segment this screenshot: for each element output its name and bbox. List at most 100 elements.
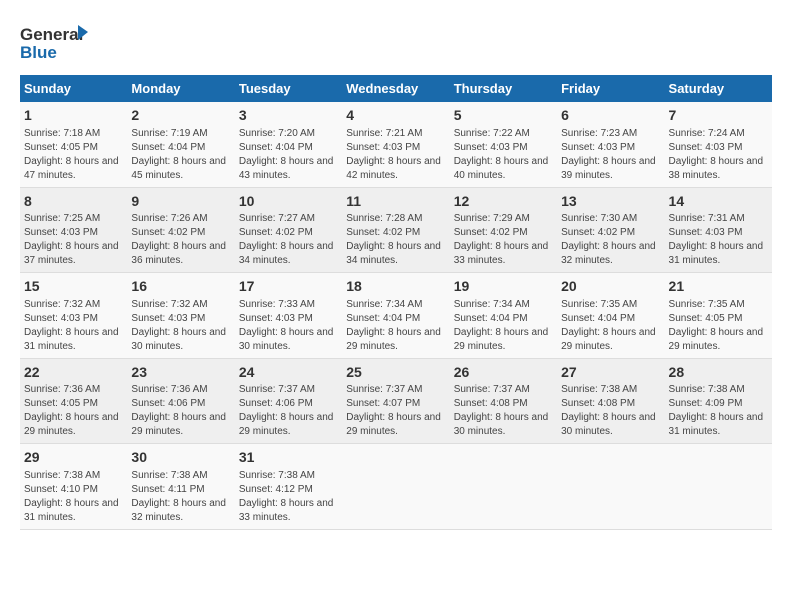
day-info: Sunrise: 7:27 AM Sunset: 4:02 PM Dayligh… [239, 212, 338, 268]
calendar-cell: 13Sunrise: 7:30 AM Sunset: 4:02 PM Dayli… [557, 187, 664, 273]
day-number: 22 [24, 363, 123, 383]
day-info: Sunrise: 7:26 AM Sunset: 4:02 PM Dayligh… [131, 212, 230, 268]
day-number: 28 [669, 363, 768, 383]
calendar-cell: 1Sunrise: 7:18 AM Sunset: 4:05 PM Daylig… [20, 102, 127, 187]
calendar-table: SundayMondayTuesdayWednesdayThursdayFrid… [20, 75, 772, 530]
calendar-cell: 30Sunrise: 7:38 AM Sunset: 4:11 PM Dayli… [127, 444, 234, 530]
calendar-cell [557, 444, 664, 530]
calendar-week-row: 8Sunrise: 7:25 AM Sunset: 4:03 PM Daylig… [20, 187, 772, 273]
day-number: 8 [24, 192, 123, 212]
day-info: Sunrise: 7:35 AM Sunset: 4:04 PM Dayligh… [561, 298, 660, 354]
day-info: Sunrise: 7:19 AM Sunset: 4:04 PM Dayligh… [131, 127, 230, 183]
calendar-cell: 25Sunrise: 7:37 AM Sunset: 4:07 PM Dayli… [342, 358, 449, 444]
day-info: Sunrise: 7:38 AM Sunset: 4:08 PM Dayligh… [561, 383, 660, 439]
calendar-cell: 3Sunrise: 7:20 AM Sunset: 4:04 PM Daylig… [235, 102, 342, 187]
day-number: 31 [239, 448, 338, 468]
day-info: Sunrise: 7:35 AM Sunset: 4:05 PM Dayligh… [669, 298, 768, 354]
day-info: Sunrise: 7:18 AM Sunset: 4:05 PM Dayligh… [24, 127, 123, 183]
calendar-cell: 19Sunrise: 7:34 AM Sunset: 4:04 PM Dayli… [450, 273, 557, 359]
header-thursday: Thursday [450, 75, 557, 102]
day-info: Sunrise: 7:36 AM Sunset: 4:06 PM Dayligh… [131, 383, 230, 439]
day-info: Sunrise: 7:25 AM Sunset: 4:03 PM Dayligh… [24, 212, 123, 268]
calendar-cell: 5Sunrise: 7:22 AM Sunset: 4:03 PM Daylig… [450, 102, 557, 187]
day-number: 1 [24, 106, 123, 126]
calendar-cell: 18Sunrise: 7:34 AM Sunset: 4:04 PM Dayli… [342, 273, 449, 359]
page-header: GeneralBlue [20, 20, 772, 65]
calendar-cell: 26Sunrise: 7:37 AM Sunset: 4:08 PM Dayli… [450, 358, 557, 444]
day-info: Sunrise: 7:34 AM Sunset: 4:04 PM Dayligh… [454, 298, 553, 354]
calendar-cell: 6Sunrise: 7:23 AM Sunset: 4:03 PM Daylig… [557, 102, 664, 187]
day-info: Sunrise: 7:38 AM Sunset: 4:10 PM Dayligh… [24, 469, 123, 525]
day-info: Sunrise: 7:33 AM Sunset: 4:03 PM Dayligh… [239, 298, 338, 354]
day-number: 9 [131, 192, 230, 212]
day-number: 24 [239, 363, 338, 383]
day-info: Sunrise: 7:31 AM Sunset: 4:03 PM Dayligh… [669, 212, 768, 268]
calendar-cell: 28Sunrise: 7:38 AM Sunset: 4:09 PM Dayli… [665, 358, 772, 444]
calendar-cell: 14Sunrise: 7:31 AM Sunset: 4:03 PM Dayli… [665, 187, 772, 273]
calendar-cell: 2Sunrise: 7:19 AM Sunset: 4:04 PM Daylig… [127, 102, 234, 187]
day-info: Sunrise: 7:30 AM Sunset: 4:02 PM Dayligh… [561, 212, 660, 268]
day-number: 11 [346, 192, 445, 212]
day-info: Sunrise: 7:36 AM Sunset: 4:05 PM Dayligh… [24, 383, 123, 439]
day-number: 13 [561, 192, 660, 212]
calendar-week-row: 1Sunrise: 7:18 AM Sunset: 4:05 PM Daylig… [20, 102, 772, 187]
day-number: 5 [454, 106, 553, 126]
day-info: Sunrise: 7:28 AM Sunset: 4:02 PM Dayligh… [346, 212, 445, 268]
calendar-week-row: 22Sunrise: 7:36 AM Sunset: 4:05 PM Dayli… [20, 358, 772, 444]
day-info: Sunrise: 7:38 AM Sunset: 4:09 PM Dayligh… [669, 383, 768, 439]
day-number: 17 [239, 277, 338, 297]
calendar-cell: 8Sunrise: 7:25 AM Sunset: 4:03 PM Daylig… [20, 187, 127, 273]
header-sunday: Sunday [20, 75, 127, 102]
day-info: Sunrise: 7:38 AM Sunset: 4:12 PM Dayligh… [239, 469, 338, 525]
svg-text:Blue: Blue [20, 43, 57, 62]
day-info: Sunrise: 7:24 AM Sunset: 4:03 PM Dayligh… [669, 127, 768, 183]
calendar-cell: 20Sunrise: 7:35 AM Sunset: 4:04 PM Dayli… [557, 273, 664, 359]
day-number: 20 [561, 277, 660, 297]
header-wednesday: Wednesday [342, 75, 449, 102]
day-number: 10 [239, 192, 338, 212]
calendar-cell: 15Sunrise: 7:32 AM Sunset: 4:03 PM Dayli… [20, 273, 127, 359]
day-number: 27 [561, 363, 660, 383]
header-saturday: Saturday [665, 75, 772, 102]
calendar-cell: 31Sunrise: 7:38 AM Sunset: 4:12 PM Dayli… [235, 444, 342, 530]
day-number: 18 [346, 277, 445, 297]
day-info: Sunrise: 7:37 AM Sunset: 4:07 PM Dayligh… [346, 383, 445, 439]
day-info: Sunrise: 7:34 AM Sunset: 4:04 PM Dayligh… [346, 298, 445, 354]
calendar-cell: 24Sunrise: 7:37 AM Sunset: 4:06 PM Dayli… [235, 358, 342, 444]
day-number: 21 [669, 277, 768, 297]
day-info: Sunrise: 7:38 AM Sunset: 4:11 PM Dayligh… [131, 469, 230, 525]
day-info: Sunrise: 7:32 AM Sunset: 4:03 PM Dayligh… [24, 298, 123, 354]
day-number: 7 [669, 106, 768, 126]
day-number: 25 [346, 363, 445, 383]
header-friday: Friday [557, 75, 664, 102]
calendar-cell: 23Sunrise: 7:36 AM Sunset: 4:06 PM Dayli… [127, 358, 234, 444]
calendar-cell: 12Sunrise: 7:29 AM Sunset: 4:02 PM Dayli… [450, 187, 557, 273]
day-info: Sunrise: 7:20 AM Sunset: 4:04 PM Dayligh… [239, 127, 338, 183]
day-number: 26 [454, 363, 553, 383]
day-info: Sunrise: 7:37 AM Sunset: 4:06 PM Dayligh… [239, 383, 338, 439]
calendar-cell [665, 444, 772, 530]
day-number: 29 [24, 448, 123, 468]
calendar-cell: 7Sunrise: 7:24 AM Sunset: 4:03 PM Daylig… [665, 102, 772, 187]
calendar-cell: 11Sunrise: 7:28 AM Sunset: 4:02 PM Dayli… [342, 187, 449, 273]
calendar-cell: 17Sunrise: 7:33 AM Sunset: 4:03 PM Dayli… [235, 273, 342, 359]
calendar-cell: 27Sunrise: 7:38 AM Sunset: 4:08 PM Dayli… [557, 358, 664, 444]
calendar-cell: 10Sunrise: 7:27 AM Sunset: 4:02 PM Dayli… [235, 187, 342, 273]
header-tuesday: Tuesday [235, 75, 342, 102]
calendar-cell [342, 444, 449, 530]
logo: GeneralBlue [20, 20, 90, 65]
calendar-cell: 29Sunrise: 7:38 AM Sunset: 4:10 PM Dayli… [20, 444, 127, 530]
day-number: 12 [454, 192, 553, 212]
calendar-cell: 4Sunrise: 7:21 AM Sunset: 4:03 PM Daylig… [342, 102, 449, 187]
day-info: Sunrise: 7:22 AM Sunset: 4:03 PM Dayligh… [454, 127, 553, 183]
day-number: 19 [454, 277, 553, 297]
calendar-cell: 9Sunrise: 7:26 AM Sunset: 4:02 PM Daylig… [127, 187, 234, 273]
day-info: Sunrise: 7:32 AM Sunset: 4:03 PM Dayligh… [131, 298, 230, 354]
svg-text:General: General [20, 25, 83, 44]
day-info: Sunrise: 7:29 AM Sunset: 4:02 PM Dayligh… [454, 212, 553, 268]
calendar-cell: 22Sunrise: 7:36 AM Sunset: 4:05 PM Dayli… [20, 358, 127, 444]
day-number: 23 [131, 363, 230, 383]
calendar-cell [450, 444, 557, 530]
calendar-cell: 21Sunrise: 7:35 AM Sunset: 4:05 PM Dayli… [665, 273, 772, 359]
logo-svg: GeneralBlue [20, 20, 90, 65]
